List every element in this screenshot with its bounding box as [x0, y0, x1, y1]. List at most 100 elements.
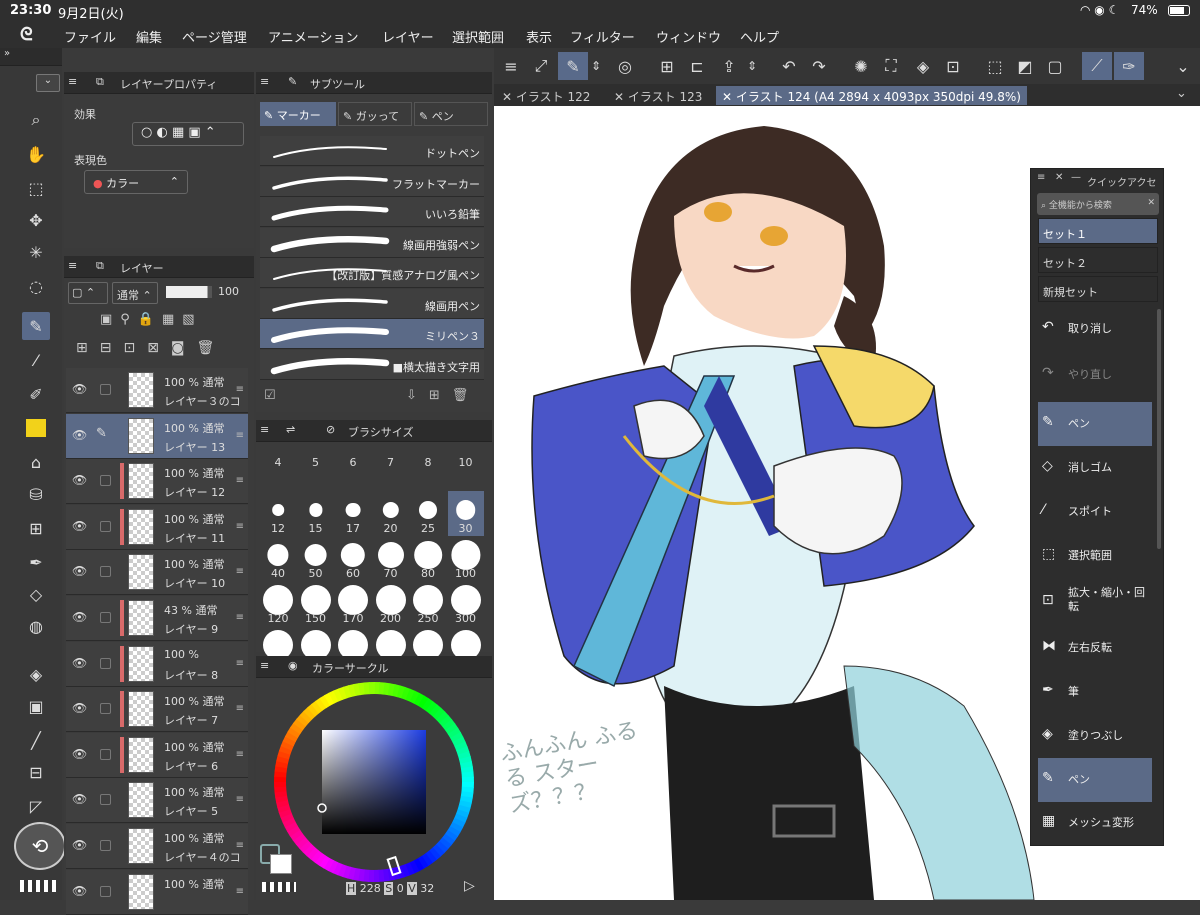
layer-checkbox[interactable] — [100, 885, 111, 897]
chevron-down-icon[interactable]: ⌄ — [1170, 52, 1196, 80]
layer-row[interactable]: 👁 100 % 通常 レイヤー 10 ≡ — [66, 550, 248, 596]
layer-row[interactable]: 👁 100 % 通常 レイヤー 7 ≡ — [66, 687, 248, 733]
selection-border-icon[interactable]: ▢ — [1042, 52, 1068, 80]
expand-icon[interactable]: ⤢ — [528, 52, 554, 80]
menu-item[interactable]: 編集 — [136, 27, 162, 46]
layer-checkbox[interactable] — [100, 703, 111, 715]
close-icon[interactable]: ✕ — [1055, 172, 1063, 183]
brush-size-option[interactable]: 60 — [335, 536, 371, 581]
layer-menu-icon[interactable]: ≡ — [236, 612, 244, 623]
layer-menu-icon[interactable]: ≡ — [236, 749, 244, 760]
quick-access-item[interactable]: ◈ 塗りつぶし — [1038, 716, 1152, 756]
brush-size-option[interactable]: 30 — [447, 491, 484, 536]
brush-size-option[interactable]: 170 — [335, 581, 371, 626]
eye-icon[interactable]: 👁 — [72, 701, 87, 715]
auto-select-tool-icon[interactable]: ✳ — [22, 238, 50, 266]
blend-mode-select[interactable]: 通常 ⌃ — [112, 282, 158, 304]
menu-item[interactable]: ウィンドウ — [656, 27, 721, 46]
layer-menu-icon[interactable]: ≡ — [236, 703, 244, 714]
brush-size-option[interactable]: 25 — [410, 491, 446, 536]
fill-icon[interactable]: ◈ — [910, 52, 936, 80]
menu-item[interactable]: ファイル — [64, 27, 116, 46]
menu-icon[interactable]: ≡ — [260, 423, 269, 436]
save-icon[interactable]: ⇪ — [716, 52, 742, 80]
frame-tool-icon[interactable]: ⊟ — [22, 758, 50, 786]
snap-special-icon[interactable]: ✑ — [1114, 52, 1144, 80]
eye-icon[interactable]: 👁 — [72, 382, 87, 396]
layer-menu-icon[interactable]: ≡ — [236, 658, 244, 669]
zoom-tool-icon[interactable]: ⌕ — [22, 106, 50, 134]
menu-icon[interactable]: ≡ — [68, 259, 77, 272]
menu-item[interactable]: 表示 — [526, 27, 552, 46]
brush-item[interactable]: 線画用強弱ペン — [260, 227, 484, 258]
eye-icon[interactable]: 👁 — [72, 884, 87, 898]
brush-settings-icon[interactable]: ⇌ — [286, 423, 295, 436]
quick-access-set[interactable]: セット２ — [1038, 247, 1158, 273]
brush-size-option[interactable]: 300 — [448, 581, 484, 626]
new-file-icon[interactable]: ⊞ — [654, 52, 680, 80]
eye-icon[interactable]: 👁 — [72, 610, 87, 624]
subtool-settings-icon[interactable]: ☑ — [264, 388, 276, 403]
brush-item[interactable]: フラットマーカー — [260, 166, 484, 197]
quick-access-item[interactable]: ⧓ 左右反転 — [1038, 628, 1152, 668]
pen-tool-icon[interactable]: ✎ — [22, 312, 50, 340]
brush-size-option[interactable]: 12 — [260, 491, 296, 536]
eraser-tool-icon[interactable]: ◇ — [22, 580, 50, 608]
figure-tool-icon[interactable]: ╱ — [22, 726, 50, 754]
menu-icon[interactable]: ≡ — [1037, 172, 1045, 183]
fill-tool-icon[interactable]: ◈ — [22, 660, 50, 688]
quick-access-item[interactable]: ✎ ペン — [1038, 758, 1152, 802]
menu-item[interactable]: アニメーション — [268, 27, 358, 46]
brush-item[interactable]: ミリペン３ — [260, 319, 484, 349]
layer-row[interactable]: 👁 100 % 通常 レイヤー 11 ≡ — [66, 504, 248, 550]
fountain-pen-tool-icon[interactable]: ✒ — [22, 548, 50, 576]
layer-lock-icons[interactable]: ▣⚲🔒▦▧ — [100, 312, 203, 327]
quick-access-set[interactable]: セット１ — [1038, 218, 1158, 244]
loading-icon[interactable]: ✺ — [848, 52, 874, 80]
layer-row[interactable]: 👁 100 % 通常 レイヤー 12 ≡ — [66, 459, 248, 505]
snap-ruler-icon[interactable]: ⟋ — [1082, 52, 1112, 80]
layer-checkbox[interactable] — [100, 520, 111, 532]
layer-checkbox[interactable] — [100, 475, 111, 487]
quick-access-item[interactable]: ⬚ 選択範囲 — [1038, 536, 1152, 576]
expression-color-select[interactable]: ● カラー ⌃ — [84, 170, 188, 194]
layer-row[interactable]: 👁 100 % 通常 レイヤー３のコ ≡ — [66, 368, 248, 413]
layer-menu-icon[interactable]: ≡ — [236, 566, 244, 577]
layer-row[interactable]: 👁 100 % レイヤー 8 ≡ — [66, 641, 248, 687]
eye-icon[interactable]: 👁 — [72, 473, 87, 487]
hand-tool-icon[interactable]: ✋ — [22, 140, 50, 168]
brush-size-option[interactable]: 20 — [373, 491, 409, 536]
rotate-undo-icon[interactable]: ⟲ — [14, 822, 66, 870]
clear-icon[interactable]: ⛶ — [878, 52, 904, 80]
brush-size-option[interactable]: 80 — [410, 536, 446, 581]
pencil-tool-icon[interactable]: ✐ — [22, 380, 50, 408]
layer-menu-icon[interactable]: ≡ — [236, 475, 244, 486]
eye-icon[interactable]: 👁 — [72, 838, 87, 852]
menu-icon[interactable]: ≡ — [260, 659, 269, 672]
ruler-tool-icon[interactable]: ◸ — [22, 792, 50, 820]
document-tab[interactable]: ✕ イラスト 122 — [496, 86, 596, 105]
invert-selection-icon[interactable]: ◩ — [1012, 52, 1038, 80]
layer-row[interactable]: 👁 100 % 通常 レイヤー４のコ ≡ — [66, 824, 248, 869]
brush-size-option[interactable]: 100 — [448, 536, 484, 581]
brush-size-option[interactable]: 150 — [298, 581, 334, 626]
brush-item[interactable]: ドットペン — [260, 136, 484, 166]
brush-size-option[interactable]: 17 — [335, 491, 371, 536]
layer-row[interactable]: 👁 100 % 通常 レイヤー 6 ≡ — [66, 732, 248, 778]
brush-item[interactable]: ■横太描き文字用 — [260, 349, 484, 380]
menu-item[interactable]: レイヤー — [382, 27, 434, 46]
quick-access-item[interactable]: ⊡ 拡大・縮小・回転 — [1038, 580, 1152, 624]
brush-size-option[interactable]: 10 — [448, 446, 484, 491]
transform-icon[interactable]: ⊡ — [940, 52, 966, 80]
layer-menu-icon[interactable]: ≡ — [236, 794, 244, 805]
brush-size-option[interactable]: 7 — [373, 446, 409, 491]
subtool-action-icons[interactable]: ⇩⊞🗑 — [406, 388, 480, 403]
document-tab[interactable]: ✕ イラスト 123 — [608, 86, 708, 105]
eye-icon[interactable]: 👁 — [72, 428, 87, 442]
layer-menu-icon[interactable]: ≡ — [236, 384, 244, 395]
layer-checkbox[interactable] — [100, 384, 111, 395]
transparent-swatch[interactable] — [262, 882, 296, 892]
layer-type-select[interactable]: ▢ ⌃ — [68, 282, 108, 304]
decoration-tool-icon[interactable] — [22, 414, 50, 442]
brush-size-option[interactable]: 15 — [298, 491, 334, 536]
